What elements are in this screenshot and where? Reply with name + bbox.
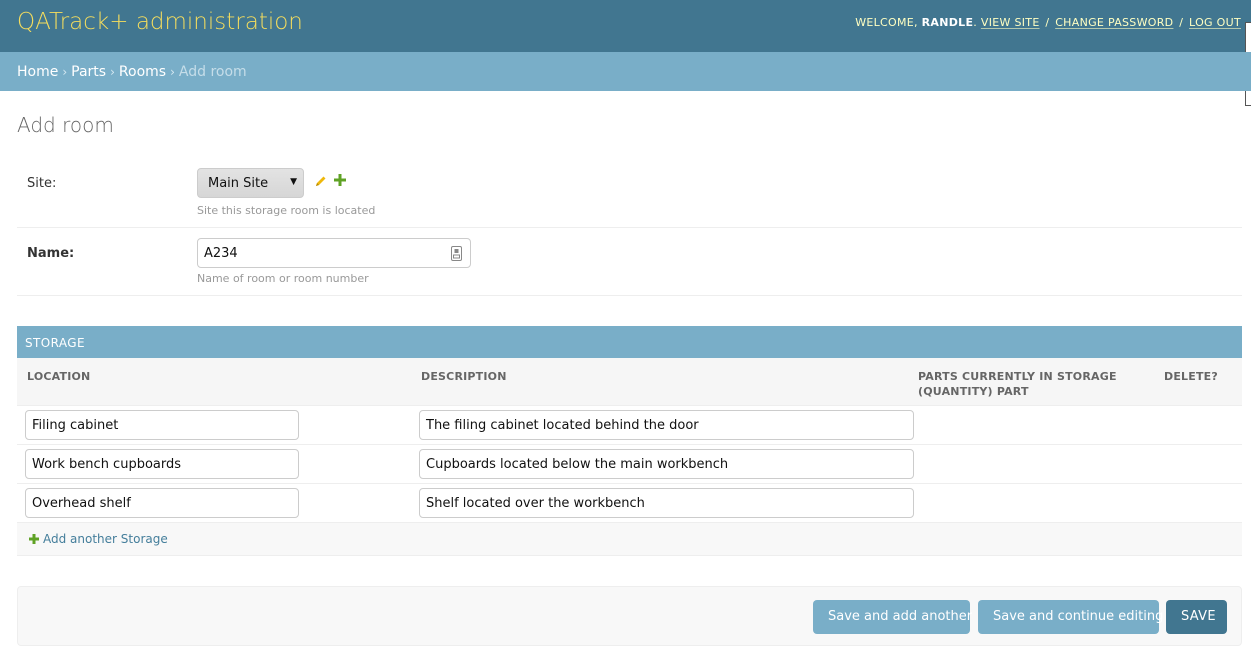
storage-title: STORAGE <box>17 326 1242 358</box>
submit-row: Save and add another Save and continue e… <box>17 586 1242 646</box>
breadcrumb-separator: › <box>110 65 115 79</box>
caret-down-icon: ▼ <box>290 177 297 187</box>
location-input[interactable]: Overhead shelf <box>25 488 299 518</box>
save-and-add-another-button[interactable]: Save and add another <box>813 600 972 634</box>
name-form-row: Name: A234 Name of room or room number <box>17 228 1242 296</box>
name-label: Name: <box>27 246 75 261</box>
column-header-location: LOCATION <box>27 370 91 383</box>
add-another-storage-link[interactable]: Add another Storage <box>43 532 168 546</box>
description-input[interactable]: The filing cabinet located behind the do… <box>419 410 914 440</box>
column-header-delete: DELETE? <box>1164 370 1218 383</box>
keyboard-icon[interactable] <box>451 246 462 261</box>
pencil-icon[interactable] <box>314 174 328 188</box>
breadcrumb-parts[interactable]: Parts <box>71 64 106 80</box>
site-label: Site: <box>27 176 57 191</box>
column-header-parts: PARTS CURRENTLY IN STORAGE (QUANTITY) PA… <box>918 370 1117 398</box>
breadcrumb-separator: › <box>62 65 68 79</box>
storage-column-headers: LOCATION DESCRIPTION PARTS CURRENTLY IN … <box>17 358 1242 406</box>
view-site-link[interactable]: VIEW SITE <box>981 16 1040 29</box>
location-input[interactable]: Filing cabinet <box>25 410 299 440</box>
site-branding[interactable]: QATrack+ administration <box>17 9 303 35</box>
breadcrumb-home[interactable]: Home <box>17 64 58 80</box>
site-select-value: Main Site <box>208 176 269 191</box>
user-tools: WELCOME, RANDLE. VIEW SITE / CHANGE PASS… <box>855 16 1241 29</box>
welcome-suffix: . <box>973 16 978 29</box>
breadcrumb-separator: › <box>170 65 175 79</box>
breadcrumb-rooms[interactable]: Rooms <box>119 64 166 80</box>
description-input[interactable]: Cupboards located below the main workben… <box>419 449 914 479</box>
site-help-text: Site this storage room is located <box>197 204 376 217</box>
storage-inline-group: STORAGE LOCATION DESCRIPTION PARTS CURRE… <box>17 326 1242 556</box>
separator: / <box>1179 16 1184 29</box>
description-input[interactable]: Shelf located over the workbench <box>419 488 914 518</box>
change-password-link[interactable]: CHANGE PASSWORD <box>1055 16 1173 29</box>
site-select[interactable]: Main Site ▼ <box>197 168 304 198</box>
table-row: Filing cabinet The filing cabinet locate… <box>17 406 1242 445</box>
breadcrumb: Home › Parts › Rooms › Add room <box>0 52 1251 91</box>
site-form-row: Site: Main Site ▼ Site this storage room… <box>17 158 1242 228</box>
welcome-text: WELCOME, <box>855 16 922 29</box>
name-input[interactable]: A234 <box>197 238 471 268</box>
separator: / <box>1045 16 1050 29</box>
save-and-continue-button[interactable]: Save and continue editing <box>978 600 1163 634</box>
plus-icon[interactable] <box>334 174 346 186</box>
username: RANDLE <box>921 16 974 29</box>
name-help-text: Name of room or room number <box>197 272 369 285</box>
plus-icon <box>29 534 39 544</box>
site-header: QATrack+ administration WELCOME, RANDLE.… <box>0 0 1251 52</box>
breadcrumb-current: Add room <box>178 64 247 80</box>
table-row: Work bench cupboards Cupboards located b… <box>17 445 1242 484</box>
log-out-link[interactable]: LOG OUT <box>1189 16 1241 29</box>
page-title: Add room <box>17 113 114 137</box>
name-input-value: A234 <box>204 246 238 261</box>
add-row: Add another Storage <box>17 523 1242 556</box>
location-input[interactable]: Work bench cupboards <box>25 449 299 479</box>
table-row: Overhead shelf Shelf located over the wo… <box>17 484 1242 523</box>
column-header-description: DESCRIPTION <box>421 370 507 383</box>
save-button[interactable]: SAVE <box>1166 600 1227 634</box>
